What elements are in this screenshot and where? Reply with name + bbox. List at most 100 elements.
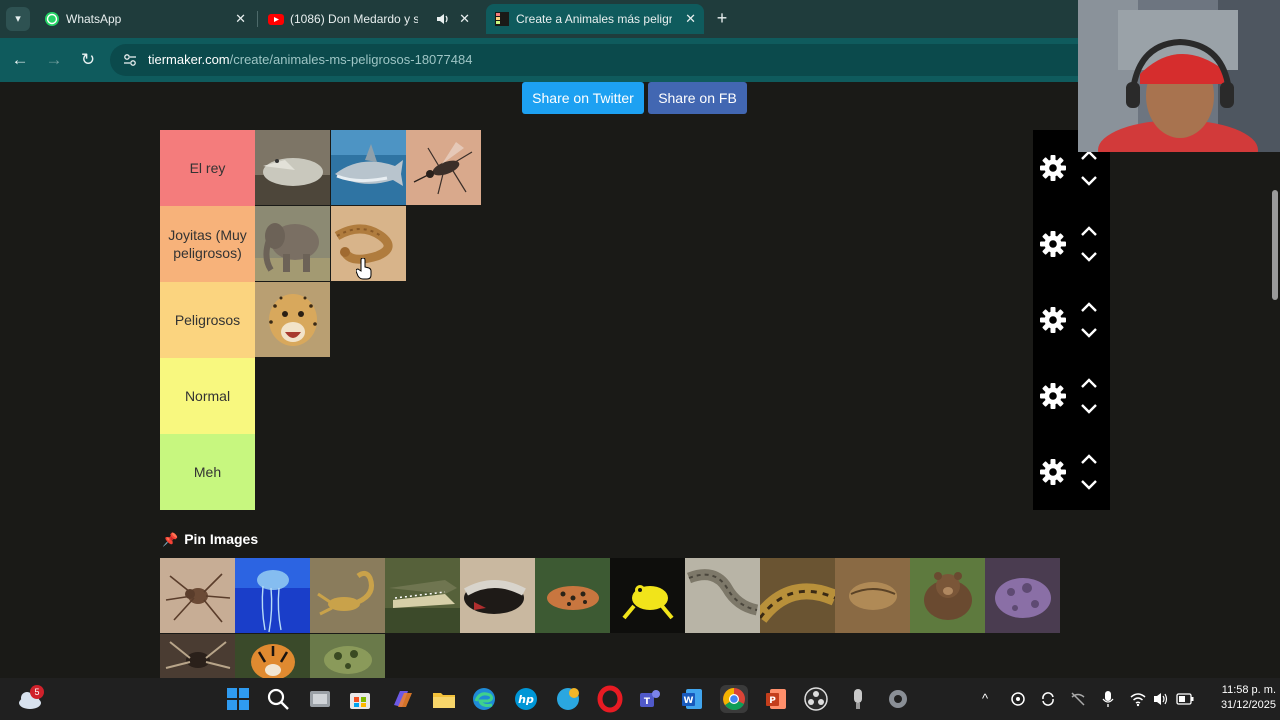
settings-icon[interactable]	[884, 685, 912, 713]
copilot-icon[interactable]	[388, 685, 416, 713]
share-twitter-button[interactable]: Share on Twitter	[522, 82, 644, 114]
chevron-down-icon[interactable]	[1079, 250, 1099, 264]
volume-icon[interactable]	[1153, 691, 1169, 707]
clock-date: 31/12/2025	[1220, 699, 1276, 711]
honey-badger-image[interactable]	[460, 558, 535, 633]
reload-icon[interactable]: ↻	[76, 48, 100, 72]
forward-arrow-icon[interactable]: →	[42, 48, 66, 72]
new-tab-button[interactable]: +	[712, 8, 732, 28]
tiger-image[interactable]	[235, 634, 310, 678]
gear-icon[interactable]	[1039, 382, 1067, 410]
tab-title: (1086) Don Medardo y sus	[290, 12, 418, 26]
file-explorer-icon[interactable]	[430, 685, 458, 713]
network-off-icon[interactable]	[1070, 691, 1086, 707]
chevron-up-icon[interactable]	[1079, 452, 1099, 466]
location-icon[interactable]	[1010, 691, 1026, 707]
elephant-image[interactable]	[255, 206, 330, 281]
snake-image[interactable]	[835, 558, 910, 633]
chrome-icon[interactable]	[720, 685, 748, 713]
tier-label[interactable]: Meh	[160, 434, 255, 510]
tier-row: El rey	[160, 130, 1110, 206]
tier-items[interactable]	[255, 130, 1033, 206]
tier-label[interactable]: Normal	[160, 358, 255, 434]
battery-icon[interactable]	[1176, 692, 1194, 706]
svg-text:P: P	[769, 696, 776, 706]
viper-image[interactable]	[685, 558, 760, 633]
word-icon[interactable]: W	[678, 685, 706, 713]
tier-label[interactable]: Joyitas (Muy peligrosos)	[160, 206, 255, 282]
powerpoint-icon[interactable]: P	[762, 685, 790, 713]
task-view-icon[interactable]	[306, 685, 334, 713]
address-bar[interactable]: tiermaker.com/create/animales-ms-peligro…	[110, 44, 1110, 76]
search-icon[interactable]	[264, 685, 292, 713]
tiermaker-icon	[495, 12, 509, 26]
chevron-down-icon[interactable]	[1079, 478, 1099, 492]
opera-icon[interactable]	[596, 685, 624, 713]
chevron-up-icon[interactable]	[1079, 376, 1099, 390]
notification-badge: 5	[30, 685, 44, 699]
chevron-down-icon[interactable]	[1079, 402, 1099, 416]
spider-image[interactable]	[160, 558, 235, 633]
tier-label[interactable]: El rey	[160, 130, 255, 206]
shark-image[interactable]	[331, 130, 406, 205]
app-icon[interactable]	[554, 685, 582, 713]
pushpin-icon: 📌	[162, 532, 179, 547]
lizard-image[interactable]	[535, 558, 610, 633]
tier-list: El rey Joyitas (Muy peligrosos) Peligros…	[160, 130, 1110, 512]
tab-close-button[interactable]: ✕	[685, 4, 696, 34]
gear-icon[interactable]	[1039, 154, 1067, 182]
gear-icon[interactable]	[1039, 230, 1067, 258]
share-fb-button[interactable]: Share on FB	[648, 82, 747, 114]
tier-items[interactable]	[255, 434, 1033, 510]
wifi-icon[interactable]	[1130, 691, 1146, 707]
stonefish-image[interactable]	[985, 558, 1060, 633]
chevron-up-icon[interactable]: ^	[982, 678, 988, 720]
system-clock[interactable]: 11:58 p. m. 31/12/2025	[1200, 683, 1276, 713]
scrollbar-thumb[interactable]	[1272, 190, 1278, 300]
page-scrollbar[interactable]	[1270, 82, 1280, 678]
microphone-icon[interactable]	[1100, 690, 1116, 708]
tab-youtube[interactable]: (1086) Don Medardo y sus ✕	[260, 4, 478, 34]
back-arrow-icon[interactable]: ←	[8, 48, 32, 72]
url-host: tiermaker.com	[148, 52, 230, 67]
gear-icon[interactable]	[1039, 458, 1067, 486]
obs-icon[interactable]	[802, 685, 830, 713]
tab-close-button[interactable]: ✕	[235, 4, 246, 34]
tier-items[interactable]	[255, 206, 1033, 282]
tab-whatsapp[interactable]: WhatsApp ✕	[36, 4, 254, 34]
teams-icon[interactable]: T	[636, 685, 664, 713]
sync-icon[interactable]	[1040, 691, 1056, 707]
gear-icon[interactable]	[1039, 306, 1067, 334]
microsoft-store-icon[interactable]	[346, 685, 374, 713]
hand-cursor-icon	[356, 258, 372, 280]
microphone-app-icon[interactable]	[844, 685, 872, 713]
pit-viper-image[interactable]	[760, 558, 835, 633]
mosquito-image[interactable]	[406, 130, 481, 205]
tab-tiermaker[interactable]: Create a Animales más peligros ✕	[486, 4, 704, 34]
bear-image[interactable]	[910, 558, 985, 633]
chevron-up-icon[interactable]	[1079, 300, 1099, 314]
chevron-up-icon[interactable]	[1079, 224, 1099, 238]
tab-search-button[interactable]: ▾	[6, 7, 30, 31]
speaker-icon[interactable]	[436, 13, 450, 25]
tier-items[interactable]	[255, 358, 1033, 434]
jellyfish-image[interactable]	[235, 558, 310, 633]
tier-label[interactable]: Peligrosos	[160, 282, 255, 358]
edge-icon[interactable]	[470, 685, 498, 713]
crocodile-image[interactable]	[255, 130, 330, 205]
cheetah-image[interactable]	[255, 282, 330, 357]
site-settings-icon[interactable]	[122, 52, 138, 68]
frog-image[interactable]	[310, 634, 385, 678]
tier-items[interactable]	[255, 282, 1033, 358]
tab-title: Create a Animales más peligros	[516, 12, 672, 26]
tier-row: Peligrosos	[160, 282, 1110, 358]
tab-close-button[interactable]: ✕	[459, 4, 470, 34]
chevron-down-icon[interactable]	[1079, 174, 1099, 188]
poison-frog-image[interactable]	[610, 558, 685, 633]
alligator-image[interactable]	[385, 558, 460, 633]
chevron-down-icon[interactable]	[1079, 326, 1099, 340]
hp-icon[interactable]: hp	[512, 685, 540, 713]
scorpion-image[interactable]	[310, 558, 385, 633]
windows-start-icon[interactable]	[224, 685, 252, 713]
tarantula-image[interactable]	[160, 634, 235, 678]
